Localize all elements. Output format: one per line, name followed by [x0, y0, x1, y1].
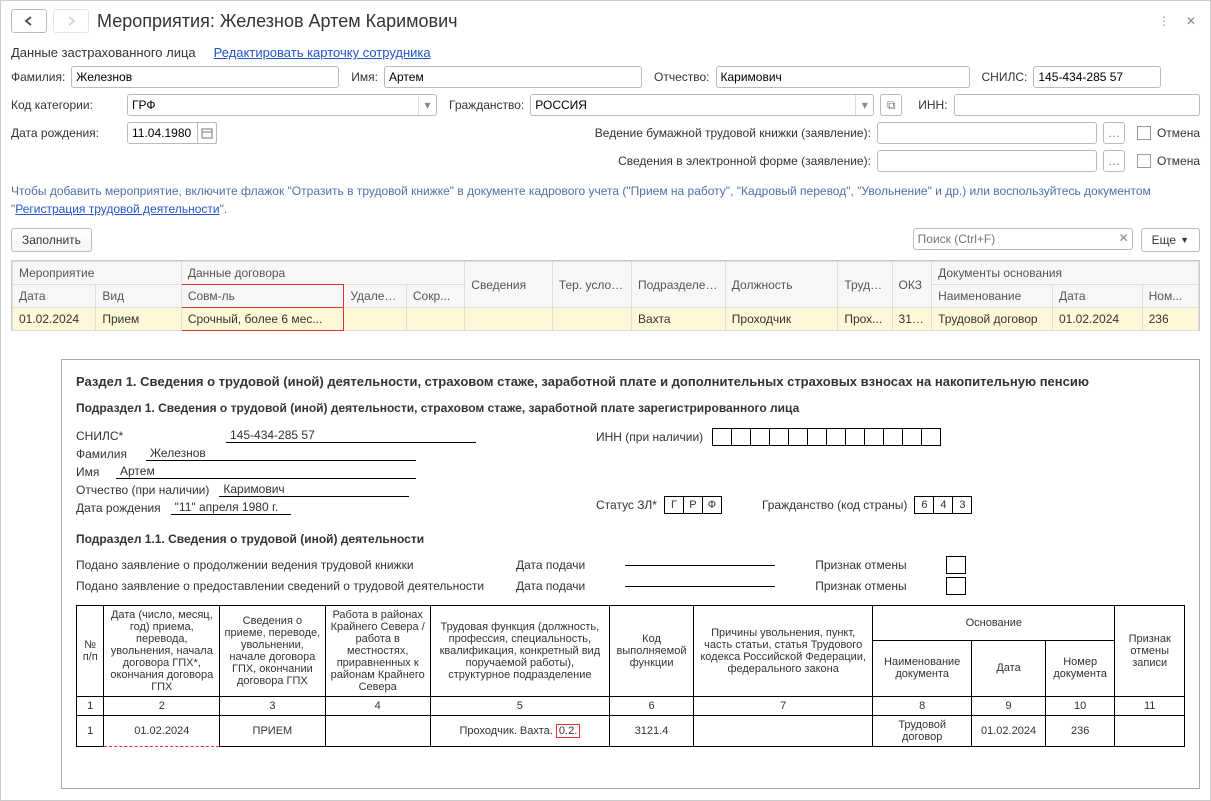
col-contract[interactable]: Данные договора — [181, 262, 464, 285]
rpt-eform-stmt: Подано заявление о предоставлении сведен… — [76, 579, 476, 593]
chevron-down-icon[interactable]: ▾ — [418, 95, 436, 115]
col-terr[interactable]: Тер. условия — [552, 262, 631, 308]
paper-cancel-checkbox[interactable] — [1137, 126, 1151, 140]
kebab-menu-icon[interactable]: ⋮ — [1154, 12, 1174, 30]
col-event[interactable]: Мероприятие — [13, 262, 182, 285]
col-docs[interactable]: Документы основания — [932, 262, 1199, 285]
rpt-cancel-cell — [946, 556, 966, 574]
surname-label: Фамилия: — [11, 70, 65, 84]
rpt-cancelflag-label: Признак отмены — [815, 558, 906, 572]
citizenship-select[interactable] — [530, 94, 874, 116]
rpt-inn-cells — [713, 428, 941, 446]
rpt-filing-value — [625, 565, 775, 566]
fill-button[interactable]: Заполнить — [11, 228, 92, 252]
rpt-citizenship-label: Гражданство (код страны) — [762, 498, 907, 512]
col-position[interactable]: Должность — [725, 262, 838, 308]
surname-input[interactable] — [71, 66, 339, 88]
edit-card-link[interactable]: Редактировать карточку сотрудника — [214, 45, 431, 60]
ellipsis-button[interactable]: … — [1103, 122, 1125, 144]
rpt-filing-value2 — [625, 586, 775, 587]
name-label: Имя: — [351, 70, 378, 84]
col-type[interactable]: Вид — [96, 285, 181, 308]
close-icon[interactable]: ✕ — [1182, 12, 1200, 30]
rpt-subsection-11: Подраздел 1.1. Сведения о трудовой (иной… — [76, 532, 1185, 546]
section-info-label: Данные застрахованного лица — [11, 45, 196, 60]
ellipsis-button[interactable]: … — [1103, 150, 1125, 172]
clear-search-icon[interactable]: ✕ — [1119, 231, 1129, 245]
inn-label: ИНН: — [918, 98, 947, 112]
rpt-filing-label2: Дата подачи — [516, 579, 585, 593]
citizenship-label: Гражданство: — [449, 98, 524, 112]
name-input[interactable] — [384, 66, 642, 88]
rpt-birth-label: Дата рождения — [76, 501, 161, 515]
hint-link[interactable]: Регистрация трудовой деятельности — [15, 202, 219, 216]
patronymic-label: Отчество: — [654, 70, 710, 84]
rpt-status-cells: Г Р Ф — [665, 496, 722, 514]
chevron-down-icon: ▼ — [1180, 235, 1189, 245]
report-data-row: 1 01.02.2024 ПРИЕМ Проходчик. Вахта. 0.2… — [77, 716, 1185, 747]
col-dept[interactable]: Подразделение — [632, 262, 726, 308]
snils-input[interactable] — [1033, 66, 1161, 88]
rpt-filing-label: Дата подачи — [516, 558, 585, 572]
eform-cancel-label: Отмена — [1157, 154, 1200, 168]
rpt-paper-stmt: Подано заявление о продолжении ведения т… — [76, 558, 476, 572]
report-section-title: Раздел 1. Сведения о трудовой (иной) дея… — [76, 374, 1185, 389]
nav-back-button[interactable] — [11, 9, 47, 33]
report-subsection-title: Подраздел 1. Сведения о трудовой (иной) … — [76, 401, 1185, 415]
more-button[interactable]: Еще ▼ — [1141, 228, 1200, 252]
rpt-status-label: Статус ЗЛ* — [596, 498, 657, 512]
col-doc-date[interactable]: Дата — [1053, 285, 1143, 308]
rpt-name-label: Имя — [76, 465, 106, 479]
calendar-icon[interactable] — [197, 122, 217, 144]
chevron-down-icon[interactable]: ▾ — [855, 95, 873, 115]
rpt-surname: Железнов — [146, 446, 416, 461]
rpt-cancel-cell2 — [946, 577, 966, 595]
patronymic-input[interactable] — [716, 66, 970, 88]
open-ref-button[interactable]: ⧉ — [880, 94, 902, 116]
eform-label: Сведения в электронной форме (заявление)… — [618, 154, 871, 168]
col-info[interactable]: Сведения — [465, 262, 553, 308]
rpt-patr-label: Отчество (при наличии) — [76, 483, 209, 497]
paper-book-input[interactable] — [877, 122, 1097, 144]
category-select[interactable] — [127, 94, 437, 116]
category-label: Код категории: — [11, 98, 121, 112]
events-grid[interactable]: Мероприятие Данные договора Сведения Тер… — [11, 260, 1200, 331]
paper-book-label: Ведение бумажной трудовой книжки (заявле… — [595, 126, 871, 140]
col-doc-name[interactable]: Наименование — [932, 285, 1053, 308]
col-func[interactable]: Трудовая функци — [838, 262, 892, 308]
eform-cancel-checkbox[interactable] — [1137, 154, 1151, 168]
col-okz[interactable]: ОКЗ — [892, 262, 932, 308]
paper-cancel-label: Отмена — [1157, 126, 1200, 140]
col-short[interactable]: Сокр... — [406, 285, 464, 308]
eform-input[interactable] — [877, 150, 1097, 172]
nav-forward-button[interactable] — [53, 9, 89, 33]
inn-input[interactable] — [954, 94, 1200, 116]
rpt-birth: "11" апреля 1980 г. — [171, 500, 291, 515]
search-input[interactable] — [913, 228, 1133, 250]
rpt-surname-label: Фамилия — [76, 447, 136, 461]
col-date[interactable]: Дата — [13, 285, 96, 308]
rpt-citizenship-cells: 6 4 3 — [915, 496, 972, 514]
col-sovm[interactable]: Совм-ль — [181, 285, 344, 308]
snils-label: СНИЛС: — [982, 70, 1028, 84]
rpt-snils-label: СНИЛС* — [76, 429, 216, 443]
col-doc-num[interactable]: Ном... — [1142, 285, 1198, 308]
report-panel: Раздел 1. Сведения о трудовой (иной) дея… — [61, 359, 1200, 789]
rpt-snils: 145-434-285 57 — [226, 428, 476, 443]
red-highlight: 0.2. — [556, 724, 580, 738]
rpt-name: Артем — [116, 464, 416, 479]
rpt-cancelflag-label2: Признак отмены — [815, 579, 906, 593]
birth-label: Дата рождения: — [11, 126, 121, 140]
report-table: № п/п Дата (число, месяц, год) приема, п… — [76, 605, 1185, 747]
col-remote[interactable]: Удален... — [344, 285, 407, 308]
rpt-inn-label: ИНН (при наличии) — [596, 430, 703, 444]
help-hint: Чтобы добавить мероприятие, включите фла… — [11, 182, 1200, 218]
rpt-patr: Каримович — [219, 482, 409, 497]
page-title: Мероприятия: Железнов Артем Каримович — [97, 11, 1154, 32]
table-row[interactable]: 01.02.2024 Прием Срочный, более 6 мес...… — [13, 308, 1199, 331]
